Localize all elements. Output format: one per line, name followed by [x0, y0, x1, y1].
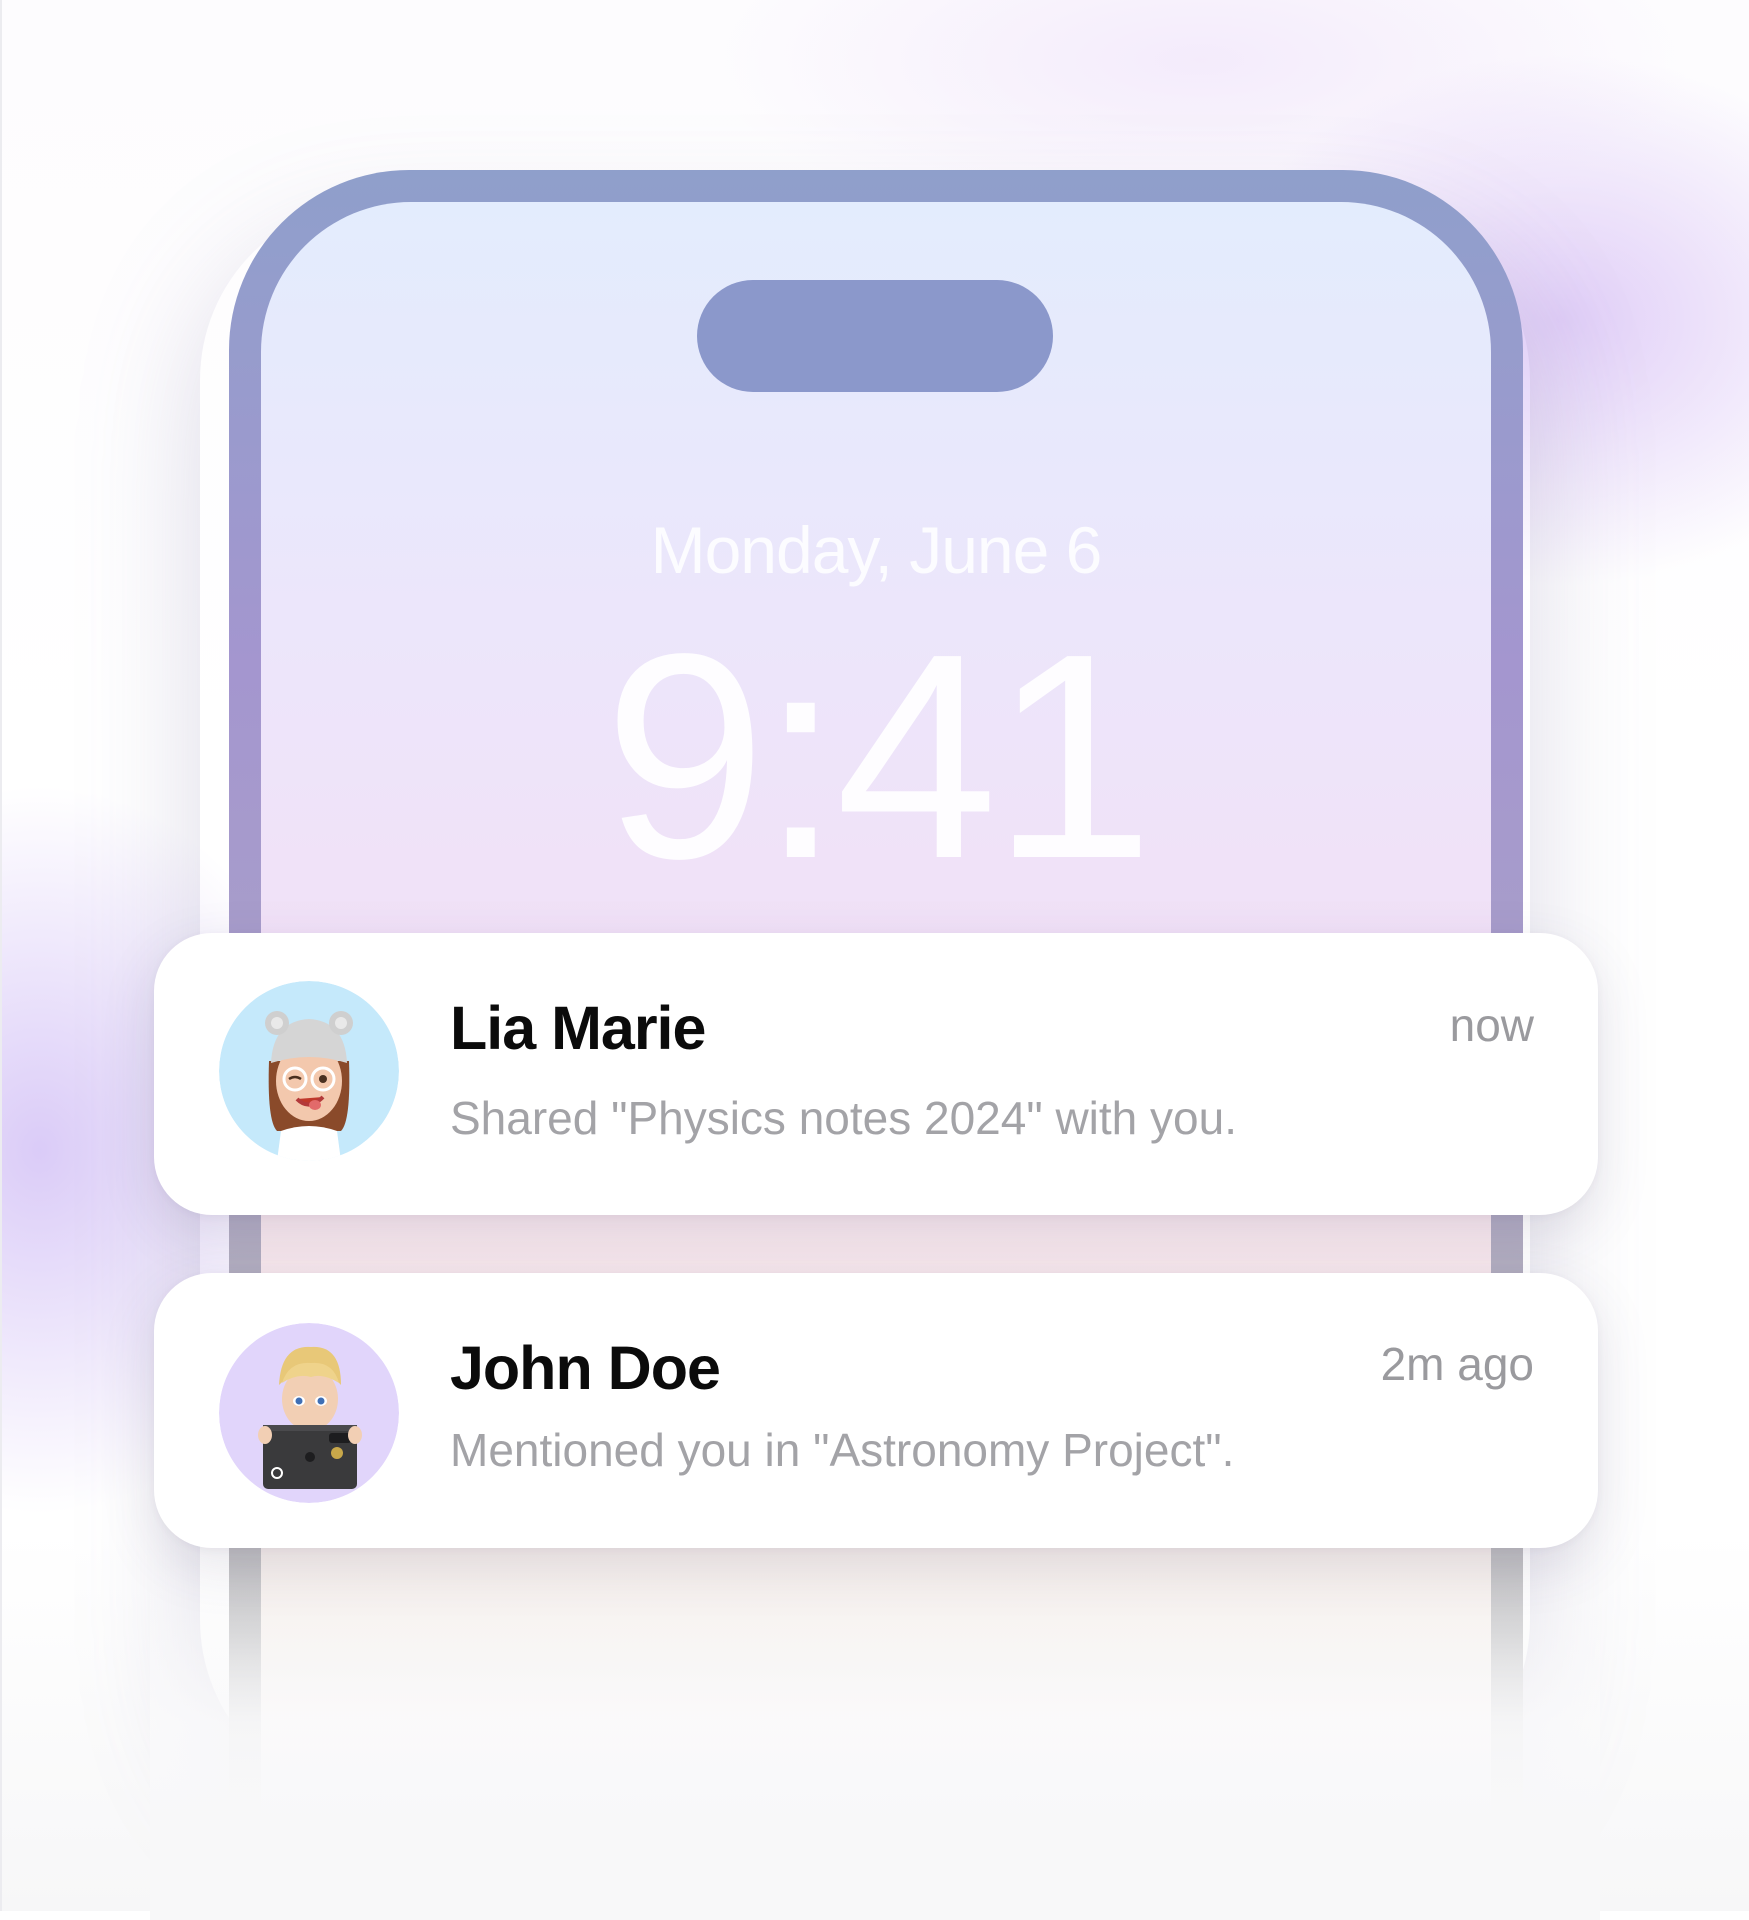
dynamic-island [697, 280, 1053, 392]
memoji-avatar-icon [219, 1323, 399, 1503]
notification-time: 2m ago [1380, 1338, 1534, 1390]
lock-screen-time: 9:41 [603, 593, 1154, 919]
notification-message: Shared "Physics notes 2024" with you. [450, 1092, 1237, 1144]
lock-screen-date: Monday, June 6 [650, 513, 1103, 587]
notification-sender: John Doe [450, 1334, 721, 1402]
notification-sender: Lia Marie [450, 994, 706, 1062]
notification-card[interactable]: John Doe 2m ago Mentioned you in "Astron… [154, 1273, 1598, 1548]
memoji-avatar-icon [219, 981, 399, 1161]
avatar [219, 981, 399, 1161]
notification-message: Mentioned you in "Astronomy Project". [450, 1424, 1235, 1476]
phone-bottom-fade [150, 1560, 1600, 1920]
page-edge [0, 0, 2, 1911]
notification-card[interactable]: Lia Marie now Shared "Physics notes 2024… [154, 933, 1598, 1215]
avatar [219, 1323, 399, 1503]
notification-time: now [1449, 999, 1534, 1051]
